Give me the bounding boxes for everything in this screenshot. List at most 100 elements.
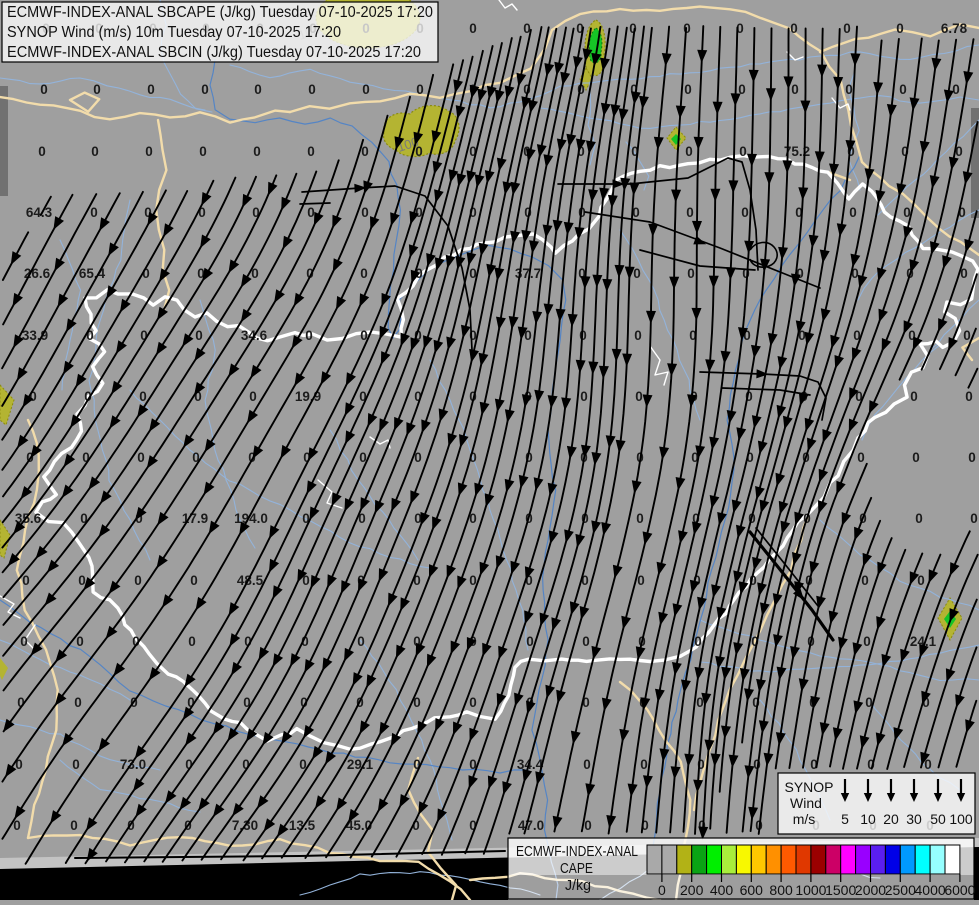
svg-text:0: 0 [633,266,641,281]
svg-text:0: 0 [658,882,666,898]
svg-text:0: 0 [137,450,145,465]
svg-text:0: 0 [134,573,142,588]
svg-text:50: 50 [930,811,946,827]
svg-text:6.78: 6.78 [941,21,968,36]
svg-text:0: 0 [91,144,99,159]
svg-text:0: 0 [583,757,591,772]
svg-text:CAPE: CAPE [560,861,593,877]
svg-text:0: 0 [970,511,978,526]
svg-text:0: 0 [40,82,48,97]
svg-text:0: 0 [584,818,592,833]
svg-text:0: 0 [899,82,907,97]
svg-text:600: 600 [740,882,764,898]
svg-text:0: 0 [360,266,368,281]
svg-text:0: 0 [415,144,423,159]
svg-text:0: 0 [912,450,920,465]
svg-text:0: 0 [685,144,693,159]
svg-text:64.3: 64.3 [26,205,53,220]
svg-text:0: 0 [739,144,747,159]
svg-text:0: 0 [20,634,28,649]
svg-text:0: 0 [72,757,80,772]
svg-text:0: 0 [968,450,976,465]
svg-text:0: 0 [416,82,424,97]
svg-text:1000: 1000 [795,882,826,898]
svg-text:0: 0 [791,82,799,97]
svg-text:0: 0 [147,82,155,97]
svg-text:13.5: 13.5 [289,818,316,833]
svg-text:ECMWF-INDEX-ANAL: ECMWF-INDEX-ANAL [516,844,638,860]
svg-text:0: 0 [684,82,692,97]
svg-text:47.0: 47.0 [518,818,544,833]
svg-text:100: 100 [949,811,973,827]
svg-text:0: 0 [469,695,477,710]
svg-text:0: 0 [635,389,643,404]
svg-text:0: 0 [580,389,588,404]
svg-text:6000: 6000 [944,882,975,898]
svg-text:0: 0 [78,573,86,588]
svg-text:0: 0 [952,82,960,97]
svg-text:0: 0 [857,450,865,465]
svg-text:0: 0 [469,21,477,36]
svg-text:0: 0 [896,21,904,36]
svg-text:0: 0 [362,82,370,97]
svg-text:0: 0 [910,389,918,404]
svg-text:0: 0 [845,82,853,97]
svg-text:0: 0 [90,205,98,220]
svg-text:1500: 1500 [825,882,856,898]
svg-text:0: 0 [74,695,82,710]
svg-text:0: 0 [634,328,642,343]
svg-text:0: 0 [198,205,206,220]
svg-text:5: 5 [841,811,849,827]
svg-text:0: 0 [526,634,534,649]
svg-text:0: 0 [306,266,314,281]
svg-text:0: 0 [915,511,923,526]
svg-text:20: 20 [883,811,899,827]
svg-text:200: 200 [680,882,704,898]
svg-text:0: 0 [307,144,315,159]
svg-text:800: 800 [769,882,793,898]
svg-text:J/kg: J/kg [565,878,591,894]
svg-text:0: 0 [38,144,46,159]
svg-text:0: 0 [195,328,203,343]
svg-text:0: 0 [686,205,694,220]
svg-text:0: 0 [22,573,30,588]
svg-text:0: 0 [357,634,365,649]
svg-text:ECMWF-INDEX-ANAL SBCAPE (J/kg): ECMWF-INDEX-ANAL SBCAPE (J/kg) Tuesday 0… [7,4,433,21]
svg-text:0: 0 [201,82,209,97]
svg-text:0: 0 [145,144,153,159]
svg-text:0: 0 [308,82,316,97]
svg-text:0: 0 [790,21,798,36]
svg-text:0: 0 [139,389,147,404]
svg-text:0: 0 [637,573,645,588]
svg-text:0: 0 [76,634,84,649]
svg-text:0: 0 [361,205,369,220]
svg-text:0: 0 [305,328,313,343]
svg-text:0: 0 [86,328,94,343]
svg-text:Wind: Wind [790,795,822,811]
svg-text:73.0: 73.0 [120,757,146,772]
svg-text:0: 0 [190,573,198,588]
svg-text:SYNOP: SYNOP [784,779,833,795]
svg-text:0: 0 [843,21,851,36]
svg-text:0: 0 [965,389,973,404]
svg-text:SYNOP Wind (m/s) 10m Tuesday 0: SYNOP Wind (m/s) 10m Tuesday 07-10-2025 … [7,24,341,41]
svg-text:ECMWF-INDEX-ANAL SBCIN (J/kg): ECMWF-INDEX-ANAL SBCIN (J/kg) Tuesday 07… [7,44,421,61]
svg-text:0: 0 [199,144,207,159]
svg-text:2500: 2500 [885,882,916,898]
svg-text:0: 0 [188,634,196,649]
svg-text:0: 0 [863,634,871,649]
svg-text:0: 0 [742,266,750,281]
svg-text:0: 0 [249,389,257,404]
svg-text:0: 0 [640,757,648,772]
svg-text:0: 0 [687,266,695,281]
svg-text:0: 0 [361,144,369,159]
svg-text:4000: 4000 [915,882,946,898]
svg-text:0: 0 [849,205,857,220]
svg-text:0: 0 [636,511,644,526]
svg-text:m/s: m/s [793,811,816,827]
svg-text:0: 0 [307,205,315,220]
svg-text:0: 0 [70,818,78,833]
svg-text:0: 0 [629,21,637,36]
svg-text:0: 0 [253,144,261,159]
svg-text:0: 0 [741,205,749,220]
